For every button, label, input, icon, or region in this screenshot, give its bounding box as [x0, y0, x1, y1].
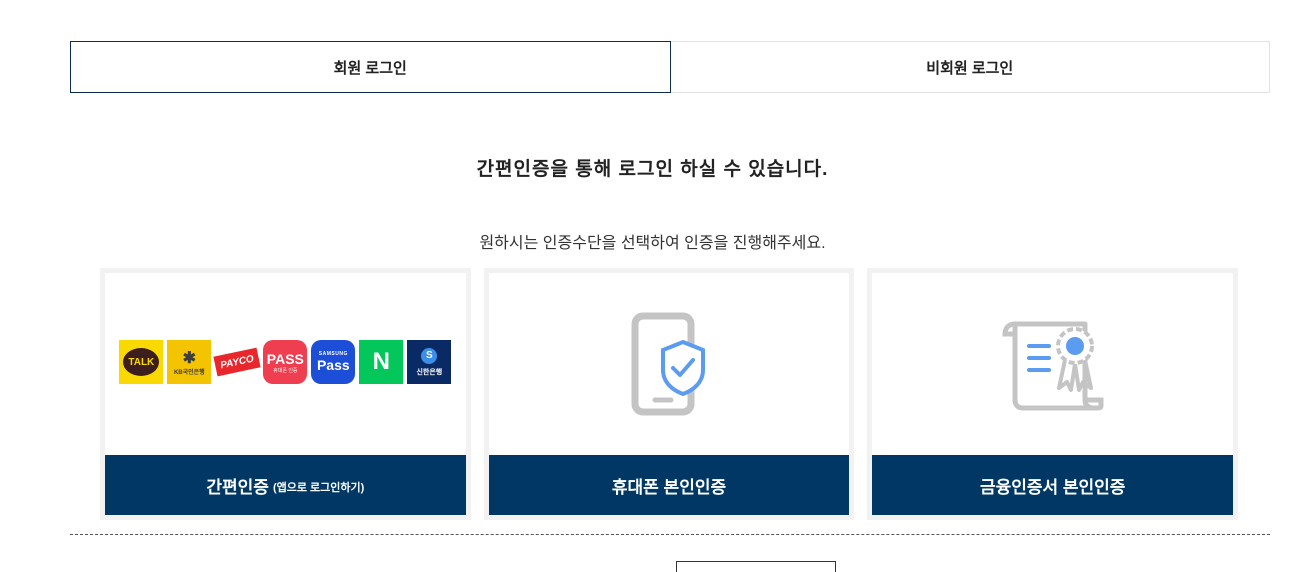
tab-member-login[interactable]: 회원 로그인 [70, 41, 671, 93]
pass-logo-label: PASS [266, 350, 304, 367]
tab-guest-login[interactable]: 비회원 로그인 [670, 41, 1270, 93]
bottom-button-partial[interactable] [676, 561, 836, 572]
samsung-pass-logo-icon: SAMSUNG Pass [311, 340, 356, 384]
simple-auth-logos: TALK ✱ KB국민은행 PAYCO PASS 휴대폰 인증 SAMSUNG … [105, 273, 466, 455]
certificate-auth-button[interactable]: 금융인증서 본인인증 [872, 455, 1234, 515]
pass-logo-icon: PASS 휴대폰 인증 [263, 340, 308, 384]
phone-auth-card[interactable]: 휴대폰 본인인증 [483, 268, 855, 520]
section-divider [70, 534, 1270, 535]
pass-logo-sublabel: 휴대폰 인증 [273, 367, 298, 374]
page-heading: 간편인증을 통해 로그인 하실 수 있습니다. [476, 159, 829, 180]
phone-shield-icon [631, 312, 705, 416]
kb-logo-label: KB국민은행 [173, 370, 205, 376]
certificate-auth-visual [872, 273, 1233, 455]
simple-auth-card[interactable]: TALK ✱ KB국민은행 PAYCO PASS 휴대폰 인증 SAMSUNG … [100, 268, 471, 520]
simple-auth-sublabel: (앱으로 로그인하기) [272, 481, 365, 494]
samsung-pass-label: Pass [316, 357, 350, 373]
naver-logo-icon: N [359, 340, 404, 384]
kakao-logo-label: TALK [123, 348, 160, 376]
simple-auth-button[interactable]: 간편인증 (앱으로 로그인하기) [105, 455, 466, 515]
kb-mark-icon: ✱ [182, 348, 197, 367]
shinhan-bank-logo-icon: S 신한은행 [407, 340, 452, 384]
certificate-auth-label: 금융인증서 본인인증 [979, 477, 1126, 497]
phone-auth-visual [489, 273, 850, 455]
phone-auth-label: 휴대폰 본인인증 [611, 477, 727, 497]
shinhan-mark-icon: S [421, 347, 438, 364]
shinhan-logo-label: 신한은행 [416, 368, 443, 376]
page-subheading: 원하시는 인증수단을 선택하여 인증을 진행해주세요. [479, 235, 826, 252]
kb-bank-logo-icon: ✱ KB국민은행 [167, 340, 212, 384]
login-tabs: 회원 로그인 비회원 로그인 [70, 41, 1270, 93]
certificate-icon [1002, 321, 1104, 411]
certificate-auth-card[interactable]: 금융인증서 본인인증 [867, 268, 1239, 520]
payco-logo-icon: PAYCO [213, 347, 261, 377]
kakao-logo-icon: TALK [119, 340, 164, 384]
auth-method-cards: TALK ✱ KB국민은행 PAYCO PASS 휴대폰 인증 SAMSUNG … [100, 268, 1239, 520]
simple-auth-label: 간편인증 [206, 477, 269, 497]
phone-auth-button[interactable]: 휴대폰 본인인증 [488, 455, 850, 515]
